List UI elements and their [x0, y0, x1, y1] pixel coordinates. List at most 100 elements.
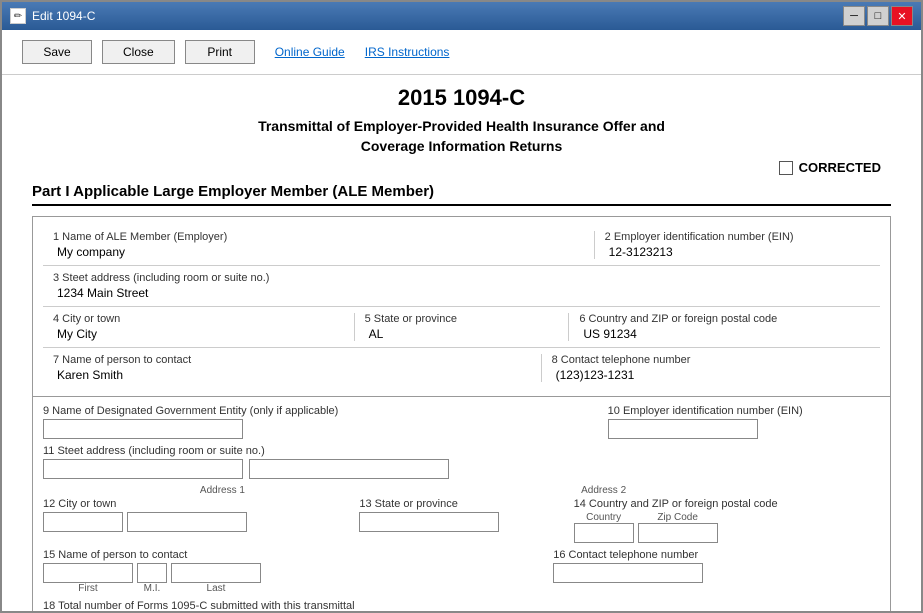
part1-top-section: 1 Name of ALE Member (Employer) My compa… — [32, 216, 891, 397]
field2-label: 2 Employer identification number (EIN) — [605, 231, 870, 243]
close-button[interactable]: Close — [102, 40, 175, 64]
field12-label: 12 City or town — [43, 498, 349, 510]
row-12-13-14: 12 City or town 13 State or province 14 … — [43, 498, 880, 543]
field11-label: 11 Steet address (including room or suit… — [43, 445, 880, 457]
field2-col: 2 Employer identification number (EIN) 1… — [595, 231, 880, 259]
online-guide-link[interactable]: Online Guide — [275, 45, 345, 59]
field9-input[interactable] — [43, 419, 243, 439]
field12-inputs — [43, 512, 349, 532]
field15-label: 15 Name of person to contact — [43, 549, 533, 561]
field7-col: 7 Name of person to contact Karen Smith — [43, 354, 542, 382]
field7-label: 7 Name of person to contact — [53, 354, 531, 366]
form-subtitle: Transmittal of Employer-Provided Health … — [32, 117, 891, 156]
field15-col: 15 Name of person to contact First M.I. — [43, 549, 533, 594]
field12-col: 12 City or town — [43, 498, 349, 532]
corrected-row: CORRECTED — [32, 160, 891, 175]
field1-value: My company — [53, 245, 584, 259]
field15-last-input[interactable] — [171, 563, 261, 583]
field1-label: 1 Name of ALE Member (Employer) — [53, 231, 584, 243]
content-scroll[interactable]: Save Close Print Online Guide IRS Instru… — [2, 30, 921, 611]
field16-input[interactable] — [553, 563, 703, 583]
row-15-16: 15 Name of person to contact First M.I. — [43, 549, 880, 594]
corrected-checkbox[interactable] — [779, 161, 793, 175]
last-sublabel: Last — [171, 583, 261, 594]
field16-label: 16 Contact telephone number — [553, 549, 880, 561]
field15-first-group: First — [43, 563, 133, 594]
field15-first-input[interactable] — [43, 563, 133, 583]
first-sublabel: First — [43, 583, 133, 594]
field16-col: 16 Contact telephone number — [553, 549, 880, 594]
address1-label: Address 1 — [103, 485, 342, 496]
field5-col: 5 State or province AL — [355, 313, 570, 341]
minimize-button[interactable]: ─ — [843, 6, 865, 26]
field3-col: 3 Steet address (including room or suite… — [43, 272, 880, 300]
field11-input1[interactable] — [43, 459, 243, 479]
address2-label-col: Address 2 — [581, 485, 880, 496]
row-3: 3 Steet address (including room or suite… — [43, 266, 880, 307]
field4-label: 4 City or town — [53, 313, 344, 325]
field6-label: 6 Country and ZIP or foreign postal code — [579, 313, 870, 325]
field7-value: Karen Smith — [53, 368, 531, 382]
field12-input2[interactable] — [127, 512, 247, 532]
field15-name-inputs: First M.I. Last — [43, 563, 533, 594]
row-4-5-6: 4 City or town My City 5 State or provin… — [43, 307, 880, 348]
field10-input[interactable] — [608, 419, 758, 439]
field5-label: 5 State or province — [365, 313, 559, 325]
field14-inputs: Country Zip Code — [574, 512, 880, 543]
main-layout: Save Close Print Online Guide IRS Instru… — [2, 30, 921, 611]
field8-col: 8 Contact telephone number (123)123-1231 — [542, 354, 880, 382]
field6-value: US 91234 — [579, 327, 870, 341]
title-bar-left: ✏ Edit 1094-C — [10, 8, 95, 24]
field11-input2[interactable] — [249, 459, 449, 479]
field3-label: 3 Steet address (including room or suite… — [53, 272, 870, 284]
field1-col: 1 Name of ALE Member (Employer) My compa… — [43, 231, 595, 259]
field2-value: 12-3123213 — [605, 245, 870, 259]
field8-value: (123)123-1231 — [552, 368, 870, 382]
address-labels-row: Address 1 Address 2 — [43, 485, 880, 496]
field14-col: 14 Country and ZIP or foreign postal cod… — [574, 498, 880, 543]
form-title: 2015 1094-C — [32, 85, 891, 111]
addr-mid — [362, 485, 561, 496]
field15-mi-input[interactable] — [137, 563, 167, 583]
save-button[interactable]: Save — [22, 40, 92, 64]
dge-section: 9 Name of Designated Government Entity (… — [32, 397, 891, 611]
field15-mi-group: M.I. — [137, 563, 167, 594]
field15-last-group: Last — [171, 563, 261, 594]
field9-label: 9 Name of Designated Government Entity (… — [43, 405, 588, 417]
title-bar: ✏ Edit 1094-C ─ □ ✕ — [2, 2, 921, 30]
address2-label: Address 2 — [581, 485, 880, 496]
country-sublabel: Country — [574, 512, 634, 523]
field14-country-group: Country — [574, 512, 634, 543]
field13-input[interactable] — [359, 512, 499, 532]
field14-label: 14 Country and ZIP or foreign postal cod… — [574, 498, 880, 510]
window-title: Edit 1094-C — [32, 9, 95, 23]
field12-input1[interactable] — [43, 512, 123, 532]
field14-zip-input[interactable] — [638, 523, 718, 543]
field13-col: 13 State or province — [359, 498, 563, 532]
field10-col: 10 Employer identification number (EIN) — [608, 405, 880, 439]
field6-col: 6 Country and ZIP or foreign postal code… — [569, 313, 880, 341]
field10-label: 10 Employer identification number (EIN) — [608, 405, 880, 417]
subtitle-line2: Coverage Information Returns — [361, 138, 562, 154]
field5-value: AL — [365, 327, 559, 341]
maximize-button[interactable]: □ — [867, 6, 889, 26]
field14-zip-group: Zip Code — [638, 512, 718, 543]
field9-col: 9 Name of Designated Government Entity (… — [43, 405, 588, 439]
row-9-10: 9 Name of Designated Government Entity (… — [43, 405, 880, 439]
irs-instructions-link[interactable]: IRS Instructions — [365, 45, 450, 59]
zip-sublabel: Zip Code — [638, 512, 718, 523]
window-icon: ✏ — [10, 8, 26, 24]
part1-header: Part I Applicable Large Employer Member … — [32, 183, 891, 206]
field4-value: My City — [53, 327, 344, 341]
mi-sublabel: M.I. — [137, 583, 167, 594]
addr1-spacer: Address 1 — [43, 485, 342, 496]
field3-value: 1234 Main Street — [53, 286, 870, 300]
print-button[interactable]: Print — [185, 40, 255, 64]
close-window-button[interactable]: ✕ — [891, 6, 913, 26]
field14-country-input[interactable] — [574, 523, 634, 543]
row-11: 11 Steet address (including room or suit… — [43, 445, 880, 479]
title-bar-buttons: ─ □ ✕ — [843, 6, 913, 26]
row-1-2: 1 Name of ALE Member (Employer) My compa… — [43, 225, 880, 266]
field8-label: 8 Contact telephone number — [552, 354, 870, 366]
form-area: 2015 1094-C Transmittal of Employer-Prov… — [2, 75, 921, 611]
